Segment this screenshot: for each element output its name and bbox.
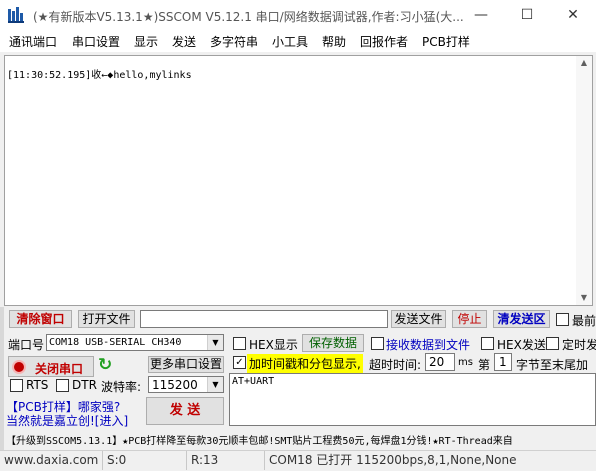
promo-link-line2[interactable]: 当然就是嘉立创![进入]	[6, 412, 128, 429]
timeout-unit: ms	[458, 357, 473, 368]
recv-to-file-checkbox[interactable]	[371, 337, 384, 350]
status-received-count: R:13	[186, 451, 264, 470]
scroll-down-icon[interactable]: ▼	[576, 291, 592, 305]
hex-send-label: HEX发送	[497, 338, 546, 352]
baud-label: 波特率:	[101, 380, 142, 394]
app-icon	[8, 7, 26, 23]
timeout-input[interactable]: 20	[425, 353, 455, 371]
close-port-button[interactable]: 关闭串口	[8, 356, 94, 377]
file-path-input[interactable]	[140, 310, 388, 328]
topmost-label: 最前	[572, 314, 596, 328]
close-port-label: 关闭串口	[35, 362, 84, 376]
stop-button[interactable]: 停止	[452, 310, 487, 328]
menu-report-author[interactable]: 回报作者	[360, 33, 408, 50]
menu-serial-settings[interactable]: 串口设置	[72, 33, 120, 50]
port-select[interactable]: COM18 USB-SERIAL CH340 ▼	[46, 334, 224, 351]
timeout-label: 超时时间:	[369, 358, 422, 372]
nth-label: 第	[478, 358, 491, 372]
bytes-to-end-label: 字节至末尾加	[516, 358, 589, 372]
nth-input[interactable]: 1	[494, 353, 512, 371]
chevron-down-icon[interactable]: ▼	[207, 335, 223, 350]
clear-send-button[interactable]: 清发送区	[493, 310, 550, 328]
menu-tools[interactable]: 小工具	[272, 33, 308, 50]
send-button[interactable]: 发 送	[146, 397, 224, 425]
timed-send-label: 定时发	[562, 338, 596, 352]
receive-line: [11:30:52.195]收←◆hello,mylinks	[7, 70, 192, 81]
chevron-down-icon[interactable]: ▼	[207, 377, 223, 392]
dtr-label: DTR	[72, 378, 97, 392]
status-sent-count: S:0	[102, 451, 186, 470]
rts-checkbox[interactable]	[10, 379, 23, 392]
send-text: AT+UART	[232, 376, 275, 387]
topmost-checkbox[interactable]	[556, 313, 569, 326]
more-serial-settings-button[interactable]: 更多串口设置	[148, 356, 224, 373]
timestamp-label: 加时间戳和分包显示,	[247, 354, 363, 373]
menu-pcb-proof[interactable]: PCB打样	[422, 33, 470, 50]
maximize-button[interactable]: ☐	[504, 0, 550, 31]
baud-select[interactable]: 115200 ▼	[148, 376, 224, 393]
baud-value: 115200	[152, 378, 198, 392]
port-value: COM18 USB-SERIAL CH340	[49, 337, 182, 348]
close-button[interactable]: ✕	[550, 0, 596, 31]
menu-multi-string[interactable]: 多字符串	[210, 33, 258, 50]
promo-ticker[interactable]: 【升级到SSCOM5.13.1】★PCB打样降至每款30元顺丰包邮!SMT贴片工…	[6, 432, 596, 446]
status-port-state: COM18 已打开 115200bps,8,1,None,None	[264, 451, 596, 470]
send-file-button[interactable]: 发送文件	[391, 310, 446, 328]
save-data-button[interactable]: 保存数据	[302, 334, 364, 352]
refresh-icon[interactable]: ↻	[98, 355, 112, 375]
dtr-checkbox[interactable]	[56, 379, 69, 392]
clear-window-button[interactable]: 清除窗口	[9, 310, 72, 328]
send-textarea[interactable]: AT+UART	[229, 373, 596, 426]
hex-send-checkbox[interactable]	[481, 337, 494, 350]
status-website[interactable]: www.daxia.com	[0, 451, 102, 470]
minimize-button[interactable]: —	[458, 0, 504, 31]
menu-send[interactable]: 发送	[172, 33, 196, 50]
menu-help[interactable]: 帮助	[322, 33, 346, 50]
rts-label: RTS	[26, 378, 49, 392]
vertical-scrollbar[interactable]: ▲ ▼	[576, 56, 592, 305]
timeout-value: 20	[429, 355, 445, 369]
menu-display[interactable]: 显示	[134, 33, 158, 50]
hex-display-checkbox[interactable]	[233, 337, 246, 350]
open-file-button[interactable]: 打开文件	[78, 310, 135, 328]
timed-send-checkbox[interactable]	[546, 337, 559, 350]
window-title: (★有新版本V5.13.1★)SSCOM V5.12.1 串口/网络数据调试器,…	[33, 10, 464, 24]
timestamp-checkbox[interactable]: ✓	[233, 356, 246, 369]
receive-area[interactable]: [11:30:52.195]收←◆hello,mylinks ▲ ▼	[4, 55, 593, 306]
scroll-up-icon[interactable]: ▲	[576, 56, 592, 70]
port-status-icon	[12, 360, 26, 374]
recv-to-file-label: 接收数据到文件	[386, 338, 471, 352]
left-edge	[0, 307, 4, 471]
port-label: 端口号	[8, 338, 45, 352]
hex-display-label: HEX显示	[249, 338, 298, 352]
menu-comm-port[interactable]: 通讯端口	[9, 33, 57, 50]
nth-value: 1	[499, 355, 507, 369]
